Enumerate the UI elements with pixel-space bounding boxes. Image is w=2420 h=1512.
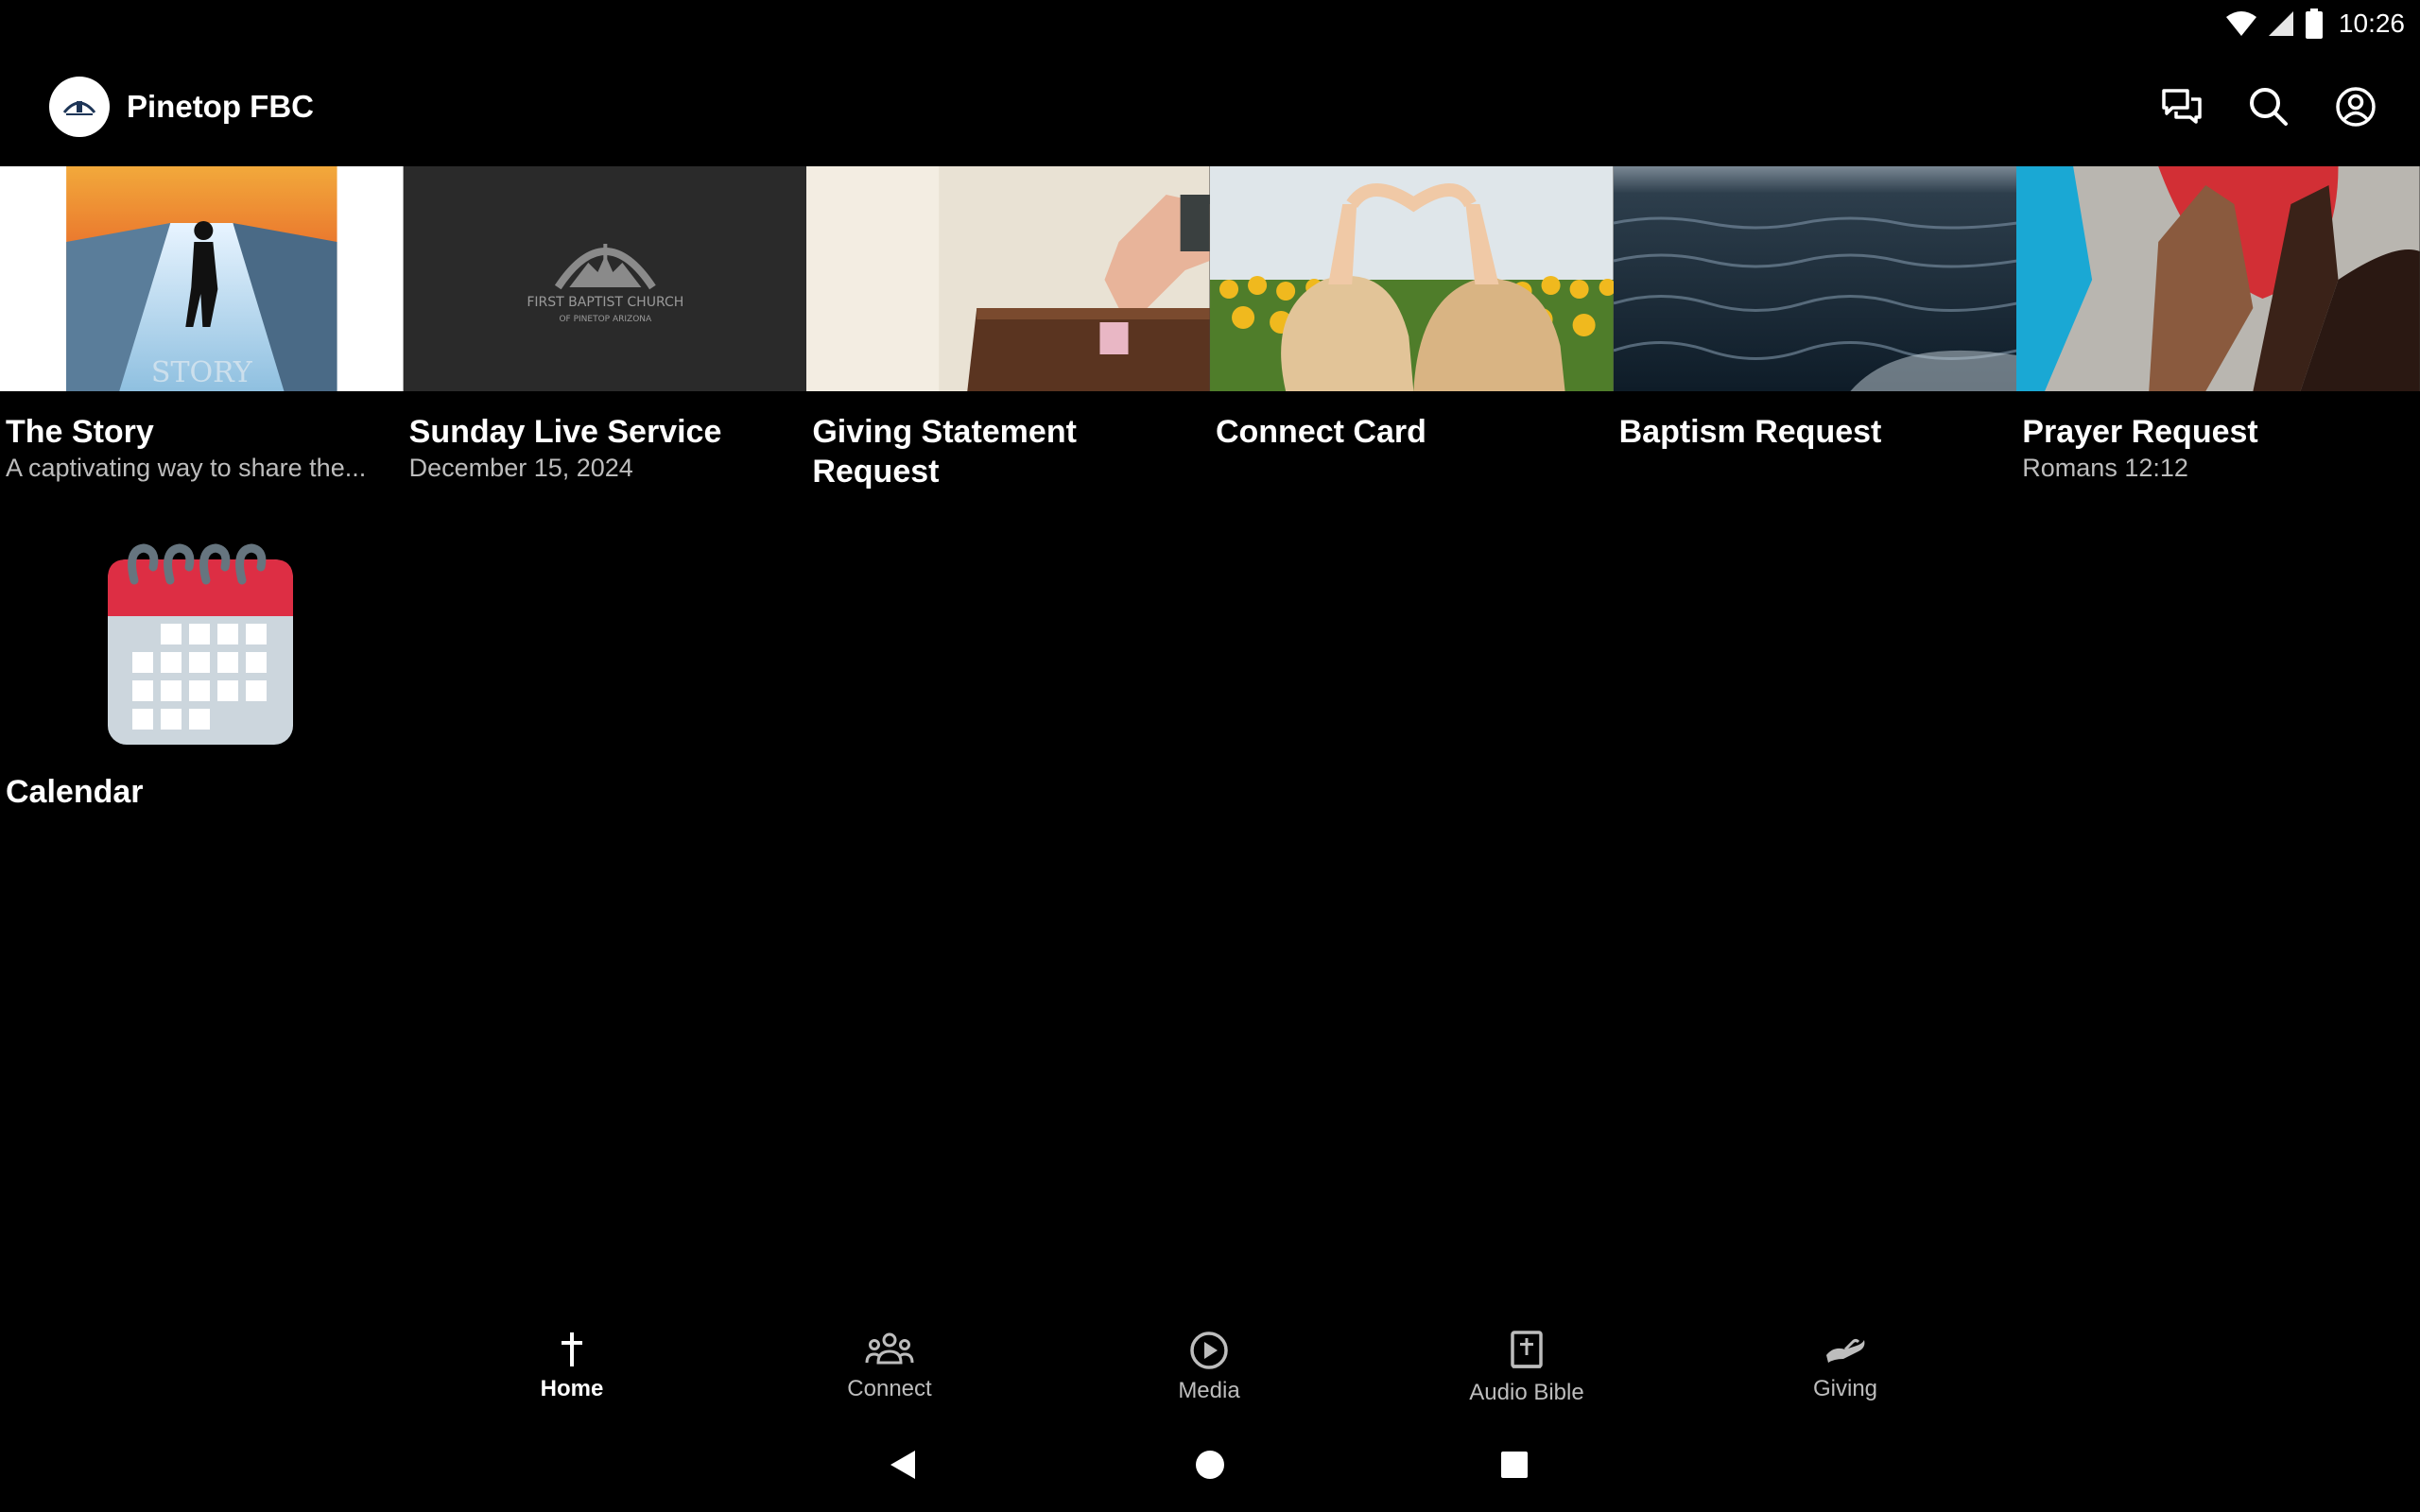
recents-square-icon bbox=[1501, 1452, 1528, 1478]
tile-title: Connect Card bbox=[1215, 414, 1426, 450]
bottom-navigation: Home Connect Media Audio Bible Giving bbox=[0, 1323, 2420, 1418]
tile-subtitle: Romans 12:12 bbox=[2022, 454, 2188, 482]
tile-baptism-request[interactable]: Baptism Request bbox=[1613, 166, 2017, 531]
battery-icon bbox=[2305, 9, 2323, 39]
status-bar: 10:26 bbox=[0, 0, 2420, 47]
group-icon bbox=[865, 1332, 914, 1365]
tile-thumbnail bbox=[2016, 166, 2420, 391]
tile-title: Giving Statement Request bbox=[812, 414, 1077, 490]
system-navigation bbox=[0, 1427, 2420, 1503]
nav-label: Connect bbox=[847, 1376, 932, 1401]
giving-box-image bbox=[806, 166, 1210, 391]
nav-label: Home bbox=[540, 1376, 604, 1401]
app-title: Pinetop FBC bbox=[127, 89, 314, 124]
giving-hand-icon bbox=[1826, 1339, 1865, 1363]
nav-label: Audio Bible bbox=[1469, 1380, 1584, 1405]
bible-icon bbox=[1511, 1331, 1543, 1368]
tile-connect-card[interactable]: Connect Card bbox=[1209, 166, 1614, 531]
water-waves-image bbox=[1613, 166, 2017, 391]
tile-title: The Story bbox=[6, 414, 154, 450]
tile-thumbnail: STORY bbox=[0, 166, 404, 391]
svg-text:STORY: STORY bbox=[151, 356, 253, 389]
church-logo-banner: FIRST BAPTIST CHURCH OF PINETOP ARIZONA bbox=[403, 166, 807, 391]
banner-line-1: FIRST BAPTIST CHURCH bbox=[527, 295, 683, 310]
home-circle-icon bbox=[1196, 1451, 1224, 1479]
search-button[interactable] bbox=[2246, 84, 2291, 129]
tile-title: Sunday Live Service bbox=[408, 414, 722, 450]
nav-label: Giving bbox=[1812, 1376, 1878, 1401]
tile-the-story[interactable]: STORY The Story A captivating way to sha… bbox=[0, 166, 404, 531]
profile-button[interactable] bbox=[2333, 84, 2378, 129]
system-recents-button[interactable] bbox=[1486, 1436, 1543, 1493]
search-icon bbox=[2250, 88, 2288, 126]
nav-giving[interactable]: Giving bbox=[1751, 1323, 1940, 1418]
sunflower-field-image bbox=[1209, 166, 1614, 391]
account-circle-icon bbox=[2336, 87, 2376, 127]
content-grid: STORY The Story A captivating way to sha… bbox=[0, 166, 2420, 811]
tile-calendar[interactable]: Calendar bbox=[0, 531, 404, 811]
chat-icon bbox=[2162, 89, 2202, 124]
play-circle-icon bbox=[1190, 1332, 1228, 1369]
nav-media[interactable]: Media bbox=[1115, 1323, 1304, 1418]
nav-home[interactable]: Home bbox=[477, 1323, 666, 1418]
tile-subtitle: December 15, 2024 bbox=[408, 454, 633, 482]
system-home-button[interactable] bbox=[1182, 1436, 1238, 1493]
tile-thumbnail bbox=[806, 166, 1210, 391]
status-time: 10:26 bbox=[2338, 9, 2405, 38]
prayer-hands-image bbox=[2016, 166, 2420, 391]
tile-thumbnail bbox=[1209, 166, 1614, 391]
tile-thumbnail bbox=[1613, 166, 2017, 391]
nav-connect[interactable]: Connect bbox=[795, 1323, 984, 1418]
banner-line-2: OF PINETOP ARIZONA bbox=[559, 315, 652, 324]
cross-icon bbox=[562, 1332, 582, 1366]
system-back-button[interactable] bbox=[874, 1436, 931, 1493]
calendar-icon bbox=[108, 543, 293, 745]
tile-title: Baptism Request bbox=[1618, 414, 1882, 450]
tile-title: Calendar bbox=[6, 774, 144, 810]
tile-sunday-live-service[interactable]: FIRST BAPTIST CHURCH OF PINETOP ARIZONA … bbox=[403, 166, 807, 531]
tile-title: Prayer Request bbox=[2022, 414, 2258, 450]
back-triangle-icon bbox=[890, 1451, 915, 1479]
tile-thumbnail: FIRST BAPTIST CHURCH OF PINETOP ARIZONA bbox=[403, 166, 807, 391]
app-bar: Pinetop FBC bbox=[0, 47, 2420, 166]
signal-icon bbox=[2268, 11, 2293, 36]
nav-audio-bible[interactable]: Audio Bible bbox=[1432, 1323, 1621, 1418]
wifi-icon bbox=[2225, 11, 2256, 36]
church-logo[interactable] bbox=[49, 77, 110, 137]
nav-label: Media bbox=[1178, 1378, 1240, 1403]
tile-subtitle: A captivating way to share the... bbox=[6, 454, 367, 482]
church-logo-icon bbox=[62, 101, 96, 115]
messages-button[interactable] bbox=[2159, 84, 2204, 129]
the-story-image: STORY bbox=[0, 166, 404, 391]
tile-prayer-request[interactable]: Prayer Request Romans 12:12 bbox=[2016, 166, 2420, 531]
tile-giving-statement-request[interactable]: Giving Statement Request bbox=[806, 166, 1210, 531]
